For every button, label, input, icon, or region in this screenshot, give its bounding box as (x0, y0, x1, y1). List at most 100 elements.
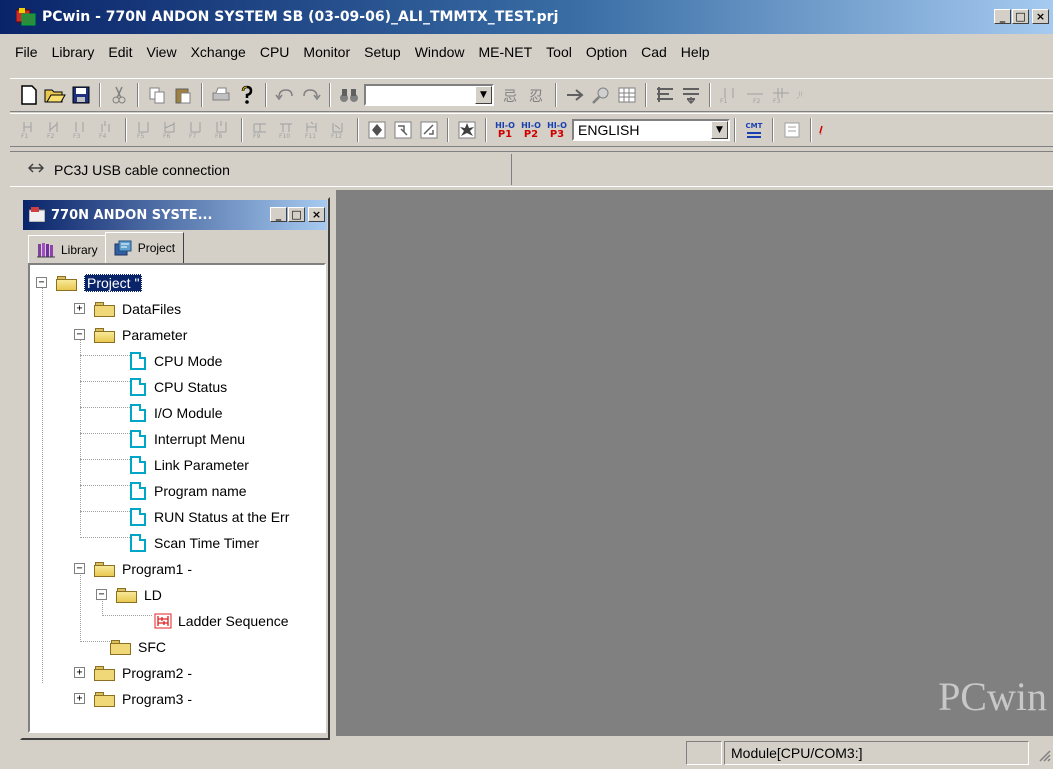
tree-item-interrupt-menu[interactable]: Interrupt Menu (130, 426, 245, 452)
grid-icon[interactable] (616, 84, 638, 106)
contact-f4-icon[interactable]: F4 (96, 119, 118, 141)
menu-view[interactable]: View (139, 44, 183, 60)
tree-item-ladder-sequence[interactable]: Ladder Sequence (154, 608, 289, 634)
hio-p1-button[interactable]: HI-O P1 (494, 119, 516, 141)
menu-tool[interactable]: Tool (539, 44, 579, 60)
menu-option[interactable]: Option (579, 44, 634, 60)
compile-all-icon[interactable] (680, 84, 702, 106)
replace-all-icon[interactable]: 忍 (526, 84, 548, 106)
chevron-down-icon[interactable]: ▼ (475, 86, 492, 104)
contact-f7-icon[interactable]: F7 (186, 119, 208, 141)
contact-f3-icon[interactable]: F3 (70, 119, 92, 141)
contact-f2-icon[interactable]: F2 (44, 119, 66, 141)
tree-item-program-name[interactable]: Program name (130, 478, 247, 504)
contact-f5-icon[interactable]: F5 (134, 119, 156, 141)
project-window-title-bar[interactable]: 770N ANDON SYSTE... _ □ × (23, 200, 327, 230)
jump-arrow-icon[interactable] (564, 84, 586, 106)
coil-f10-icon[interactable]: F10 (276, 119, 298, 141)
tree-item-parameter[interactable]: − Parameter (30, 322, 187, 348)
minimize-button[interactable]: _ (994, 9, 1011, 24)
language-select[interactable]: ENGLISH ▼ (572, 119, 730, 141)
menu-file[interactable]: File (8, 44, 45, 60)
tree-item-program3[interactable]: + Program3 - (30, 686, 192, 712)
contact-f8-icon[interactable]: F8 (212, 119, 234, 141)
coil-f11-icon[interactable]: F11 (302, 119, 324, 141)
ladder-f3-icon[interactable]: F3 (770, 84, 792, 106)
tree-item-run-status[interactable]: RUN Status at the Err (130, 504, 289, 530)
error-icon[interactable]: E (819, 119, 829, 141)
tree-item-link-parameter[interactable]: Link Parameter (130, 452, 249, 478)
tree-item-program1[interactable]: − Program1 - (30, 556, 192, 582)
tab-project[interactable]: Project (104, 232, 185, 263)
new-file-icon[interactable] (18, 84, 40, 106)
collapse-icon[interactable]: − (36, 277, 47, 288)
replace-icon[interactable]: 忌 (500, 84, 522, 106)
tree-item-io-module[interactable]: I/O Module (130, 400, 222, 426)
paste-icon[interactable] (172, 84, 194, 106)
expand-icon[interactable]: + (74, 667, 85, 678)
child-minimize-button[interactable]: _ (270, 207, 287, 222)
collapse-icon[interactable]: − (96, 589, 107, 600)
collapse-icon[interactable]: − (74, 329, 85, 340)
menu-help[interactable]: Help (674, 44, 717, 60)
burst-icon[interactable] (456, 119, 478, 141)
comment-cmt-button[interactable]: CMT (743, 119, 765, 141)
tree-item-ld[interactable]: − LD (30, 582, 162, 608)
project-tree[interactable]: − Project " + DataFiles − Parameter CPU … (28, 263, 326, 733)
expand-icon[interactable]: + (74, 303, 85, 314)
box-line-icon[interactable] (418, 119, 440, 141)
tree-item-project[interactable]: − Project " (30, 270, 143, 296)
contact-f6-icon[interactable]: F6 (160, 119, 182, 141)
tree-item-sfc[interactable]: SFC (110, 634, 166, 660)
child-close-button[interactable]: × (308, 207, 325, 222)
tree-item-scan-time-timer[interactable]: Scan Time Timer (130, 530, 259, 556)
mdi-workspace[interactable]: PCwin (336, 190, 1053, 736)
menu-edit[interactable]: Edit (101, 44, 139, 60)
cut-icon[interactable] (108, 84, 130, 106)
open-folder-icon[interactable] (44, 84, 66, 106)
menu-library[interactable]: Library (45, 44, 102, 60)
ladder-f2-icon[interactable]: F2 (744, 84, 766, 106)
chevron-down-icon[interactable]: ▼ (711, 121, 728, 139)
compile-icon[interactable] (654, 84, 676, 106)
close-button[interactable]: × (1032, 9, 1049, 24)
menu-setup[interactable]: Setup (357, 44, 408, 60)
resize-grip-icon[interactable] (1035, 746, 1051, 762)
title-bar[interactable]: PCwin - 770N ANDON SYSTEM SB (03-09-06)_… (0, 0, 1053, 34)
zoom-icon[interactable] (590, 84, 612, 106)
help-question-icon[interactable] (236, 84, 258, 106)
tab-library[interactable]: Library (28, 235, 107, 263)
undo-icon[interactable] (274, 84, 296, 106)
redo-icon[interactable] (300, 84, 322, 106)
copy-icon[interactable] (146, 84, 168, 106)
child-maximize-button[interactable]: □ (288, 207, 305, 222)
print-icon[interactable] (210, 84, 232, 106)
tree-item-cpu-status[interactable]: CPU Status (130, 374, 227, 400)
menu-xchange[interactable]: Xchange (184, 44, 253, 60)
find-binoculars-icon[interactable] (338, 84, 360, 106)
menu-cpu[interactable]: CPU (253, 44, 297, 60)
hio-p3-button[interactable]: HI-O P3 (546, 119, 568, 141)
box-insert-icon[interactable] (392, 119, 414, 141)
ladder-f1-icon[interactable]: F1 (718, 84, 740, 106)
collapse-icon[interactable]: − (74, 563, 85, 574)
tree-item-datafiles[interactable]: + DataFiles (30, 296, 181, 322)
connection-status[interactable]: PC3J USB cable connection (12, 154, 512, 185)
tree-item-program2[interactable]: + Program2 - (30, 660, 192, 686)
device-list-icon[interactable] (781, 119, 803, 141)
menu-cad[interactable]: Cad (634, 44, 674, 60)
hio-p2-button[interactable]: HI-O P2 (520, 119, 542, 141)
expand-icon[interactable]: + (74, 693, 85, 704)
coil-f9-icon[interactable]: F9 (250, 119, 272, 141)
menu-window[interactable]: Window (408, 44, 472, 60)
contact-f1-icon[interactable]: F1 (18, 119, 40, 141)
menu-me-net[interactable]: ME-NET (472, 44, 540, 60)
menu-monitor[interactable]: Monitor (296, 44, 357, 60)
pcwin-app-icon[interactable] (15, 8, 36, 26)
save-icon[interactable] (70, 84, 92, 106)
find-combo[interactable]: ▼ (364, 84, 494, 106)
coil-f12-icon[interactable]: F12 (328, 119, 350, 141)
maximize-button[interactable]: □ (1012, 9, 1029, 24)
diamond-icon[interactable] (366, 119, 388, 141)
ladder-f4-icon[interactable]: F (796, 84, 806, 106)
